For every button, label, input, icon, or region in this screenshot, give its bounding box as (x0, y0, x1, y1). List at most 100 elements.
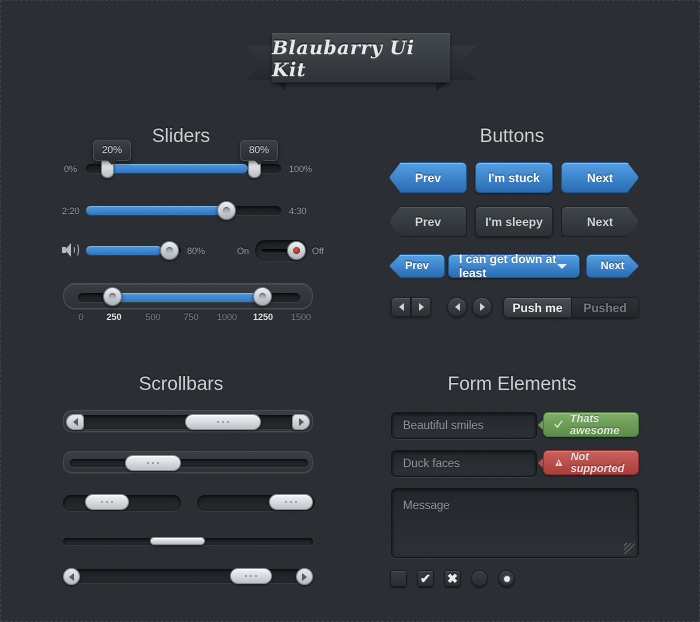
text-input-2[interactable]: Duck faces (391, 450, 537, 477)
grip-dot (250, 575, 252, 577)
button-label: I'm sleepy (485, 214, 543, 229)
ribbon-body: Blaubarry Ui Kit (272, 33, 450, 83)
arrow-left-icon (69, 572, 74, 581)
text-input-2-value: Duck faces (403, 457, 460, 470)
circle-prev-button[interactable] (447, 297, 467, 317)
button-label: Next (600, 260, 625, 272)
scrollbar-5-thumb[interactable] (230, 568, 272, 584)
push-me-button[interactable]: Push me (504, 298, 571, 317)
scrollbar-3-right[interactable] (197, 494, 315, 511)
scrollbar-3-left-thumb[interactable] (85, 494, 129, 510)
button-label: I'm stuck (488, 170, 540, 185)
error-callout-label: Not supported (570, 450, 625, 475)
page-title: Blaubarry Ui Kit (272, 36, 415, 81)
button-prev-grey[interactable]: Prev (389, 206, 467, 237)
grip-dot (106, 501, 108, 503)
pushed-button[interactable]: Pushed (571, 298, 638, 317)
grip-dot (285, 501, 287, 503)
callout-nib (538, 457, 543, 468)
button-label: Prev (405, 260, 429, 272)
checkbox-checked[interactable]: ✔ (417, 570, 434, 587)
button-next-blue[interactable]: Next (561, 162, 639, 193)
checkbox-empty[interactable] (390, 570, 407, 587)
message-textarea[interactable]: Message (391, 488, 639, 558)
grip-dot (290, 501, 292, 503)
toggle-knob[interactable] (287, 241, 306, 260)
speaker-icon (62, 243, 79, 257)
toggle-led-icon (293, 247, 300, 254)
scrollbar-1-left-button[interactable] (66, 414, 84, 430)
section-title-form: Form Elements (447, 374, 577, 395)
button-label: Next (586, 214, 613, 229)
success-callout: Thats awesome (538, 412, 639, 437)
text-input-1[interactable]: Beautiful smiles (391, 412, 537, 439)
scrollbar-1-thumb[interactable] (185, 414, 261, 430)
range-scale-0: 0 (78, 312, 84, 322)
button-next-grey[interactable]: Next (561, 206, 639, 237)
circle-next-button[interactable] (472, 297, 492, 317)
percent-slider-max-label: 100% (289, 164, 313, 174)
grip-dot (222, 421, 224, 423)
dropdown-select[interactable]: I can get down at least (448, 252, 580, 280)
arrow-right-icon (298, 418, 304, 426)
success-callout-label: Thats awesome (569, 412, 620, 437)
scrollbar-1[interactable] (63, 410, 313, 432)
close-icon: ✖ (447, 570, 458, 586)
onoff-toggle[interactable] (255, 240, 307, 261)
button-im-sleepy[interactable]: I'm sleepy (475, 206, 553, 237)
chevron-down-icon (557, 264, 567, 269)
scrollbar-2-thumb[interactable] (125, 455, 181, 471)
toggle-groove (262, 249, 288, 252)
button-label: Prev (414, 170, 442, 185)
grip-dot (101, 501, 103, 503)
scrollbar-5-right-button[interactable] (296, 568, 313, 585)
range-scale-1250: 1250 (252, 312, 274, 322)
check-icon (554, 420, 563, 428)
push-toggle-group[interactable]: Push me Pushed (503, 297, 639, 318)
grip-dot (157, 462, 159, 464)
percent-slider-min-label: 0% (64, 164, 78, 174)
range-slider-container (63, 283, 313, 309)
grip-dot (227, 421, 229, 423)
pager-next-button[interactable] (411, 297, 431, 317)
section-title-scrollbars: Scrollbars (138, 374, 224, 395)
radio-empty[interactable] (471, 570, 488, 587)
button-prev-small[interactable]: Prev (389, 254, 445, 278)
volume-slider-handle[interactable] (160, 241, 179, 260)
error-callout: Not supported (538, 450, 639, 475)
volume-value-label: 80% (187, 246, 206, 256)
time-slider-track[interactable] (86, 206, 281, 215)
scrollbar-2-trough[interactable] (70, 459, 308, 467)
arrow-left-icon (454, 303, 460, 311)
check-icon: ✔ (420, 570, 431, 586)
scrollbar-3-right-thumb[interactable] (269, 494, 313, 510)
scrollbar-2[interactable] (63, 451, 313, 473)
button-next-small[interactable]: Next (586, 254, 639, 278)
radio-dot-icon (503, 575, 510, 582)
scrollbar-3-left[interactable] (63, 494, 181, 511)
scrollbar-1-right-button[interactable] (292, 414, 310, 430)
range-scale-1000: 1000 (216, 312, 238, 322)
volume-slider-fill (86, 246, 162, 255)
scrollbar-5-left-button[interactable] (63, 568, 80, 585)
button-label: Prev (414, 214, 442, 229)
percent-slider-tooltip-low: 20% (93, 140, 132, 165)
checkbox-crossed[interactable]: ✖ (444, 570, 461, 587)
button-im-stuck[interactable]: I'm stuck (475, 162, 553, 193)
pager-prev-button[interactable] (391, 297, 411, 317)
arrow-right-icon (418, 303, 424, 311)
range-scale-250: 250 (106, 312, 122, 322)
grip-dot (217, 421, 219, 423)
grip-dot (255, 575, 257, 577)
button-prev-blue[interactable]: Prev (389, 162, 467, 193)
scrollbar-4[interactable] (63, 537, 313, 545)
time-slider-handle[interactable] (217, 201, 236, 220)
ribbon-banner: Blaubarry Ui Kit (246, 33, 476, 91)
scrollbar-5-trough[interactable] (63, 569, 313, 583)
scrollbar-4-thumb[interactable] (150, 537, 205, 545)
arrow-right-icon (302, 572, 307, 581)
resize-grip-icon[interactable] (624, 543, 635, 554)
range-slider-handle-low[interactable] (103, 287, 122, 306)
range-slider-handle-high[interactable] (253, 287, 272, 306)
radio-selected[interactable] (498, 570, 515, 587)
